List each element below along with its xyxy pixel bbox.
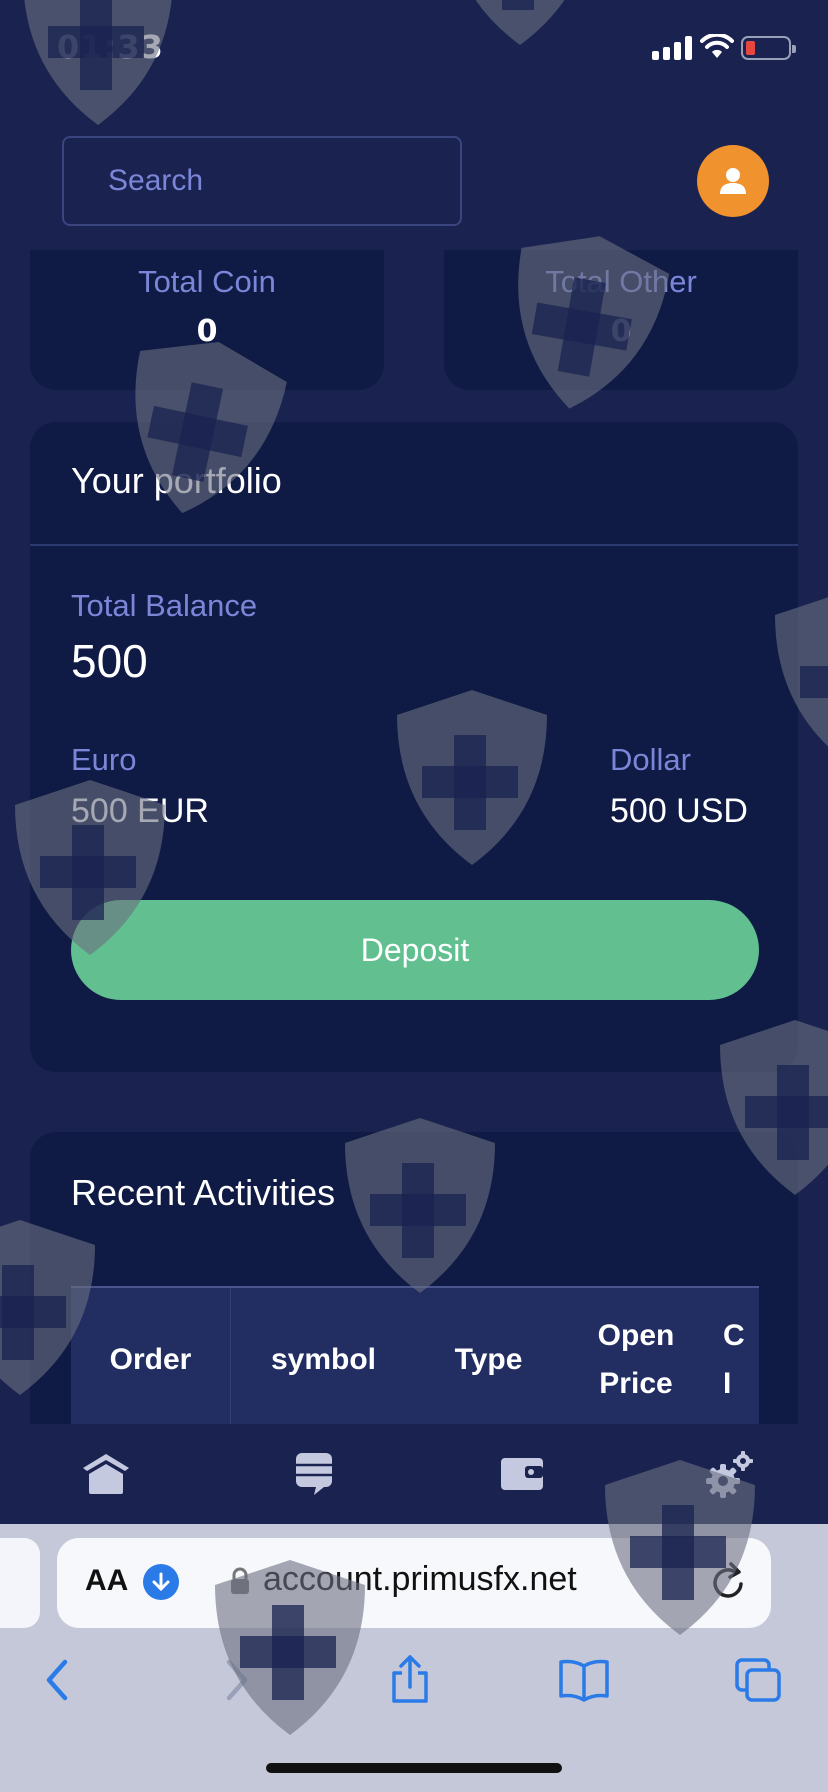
- total-balance-label: Total Balance: [71, 588, 258, 623]
- activities-table-header: Order symbol Type Open Price C I: [71, 1286, 759, 1432]
- column-header-truncated[interactable]: C I: [711, 1312, 759, 1408]
- user-avatar-button[interactable]: [697, 145, 769, 217]
- home-indicator: [266, 1763, 562, 1773]
- bottom-nav: [0, 1424, 828, 1524]
- tabs-button[interactable]: [730, 1652, 786, 1708]
- back-button[interactable]: [30, 1652, 86, 1708]
- nav-settings-button[interactable]: [702, 1446, 758, 1502]
- total-balance-value: 500: [71, 635, 148, 687]
- column-header-order[interactable]: Order: [71, 1288, 231, 1432]
- euro-label: Euro: [71, 742, 137, 777]
- status-bar: 01:33: [0, 0, 828, 100]
- status-time: 01:33: [57, 28, 164, 66]
- messages-icon: [296, 1453, 332, 1495]
- portfolio-card: Your portfolio Total Balance 500 Euro 50…: [30, 422, 798, 1072]
- dollar-value: 500 USD: [610, 792, 748, 830]
- lock-icon: [231, 1567, 249, 1594]
- arrow-down-icon: [152, 1572, 170, 1592]
- column-header-symbol[interactable]: symbol: [231, 1336, 416, 1384]
- chevron-left-icon: [46, 1659, 68, 1701]
- column-header-open-price[interactable]: Open Price: [561, 1312, 711, 1408]
- search-box: [62, 136, 462, 226]
- share-button[interactable]: [382, 1652, 438, 1708]
- recent-activities-title: Recent Activities: [71, 1172, 336, 1213]
- url-text: account.primusfx.net: [263, 1560, 577, 1598]
- total-other-card: Total Other 0: [444, 250, 798, 390]
- nav-home-button[interactable]: [78, 1446, 134, 1502]
- deposit-button[interactable]: Deposit: [71, 900, 759, 1000]
- download-icon[interactable]: [143, 1564, 179, 1600]
- euro-value: 500 EUR: [71, 792, 209, 830]
- user-icon: [720, 168, 746, 194]
- total-coin-label: Total Coin: [138, 264, 276, 299]
- book-icon: [559, 1659, 609, 1702]
- previous-tab-preview[interactable]: [0, 1538, 40, 1628]
- forward-button[interactable]: [208, 1652, 264, 1708]
- total-coin-card: Total Coin 0: [30, 250, 384, 390]
- portfolio-divider: [30, 544, 798, 546]
- browser-toolbar: [0, 1640, 828, 1720]
- total-other-label: Total Other: [545, 264, 697, 299]
- share-icon: [392, 1655, 428, 1703]
- dollar-label: Dollar: [610, 742, 691, 777]
- reader-settings-button[interactable]: AA: [85, 1564, 128, 1598]
- column-header-order-label: Order: [109, 1343, 192, 1376]
- address-bar[interactable]: AA account.primusfx.net: [57, 1538, 771, 1628]
- column-header-type[interactable]: Type: [416, 1336, 561, 1384]
- reload-icon[interactable]: [709, 1560, 749, 1604]
- home-icon: [83, 1454, 129, 1494]
- wallet-icon: [501, 1458, 543, 1490]
- cellular-signal-icon: [652, 36, 692, 60]
- nav-messages-button[interactable]: [286, 1446, 342, 1502]
- portfolio-title: Your portfolio: [71, 460, 282, 501]
- search-input[interactable]: [64, 138, 460, 224]
- wifi-icon: [700, 34, 734, 58]
- battery-icon: [741, 36, 796, 60]
- bookmarks-button[interactable]: [556, 1652, 612, 1708]
- total-coin-value: 0: [196, 314, 218, 349]
- settings-icon: [706, 1451, 753, 1498]
- chevron-right-icon: [226, 1659, 248, 1701]
- nav-wallet-button[interactable]: [494, 1446, 550, 1502]
- total-other-value: 0: [610, 314, 632, 349]
- tabs-icon: [735, 1658, 781, 1702]
